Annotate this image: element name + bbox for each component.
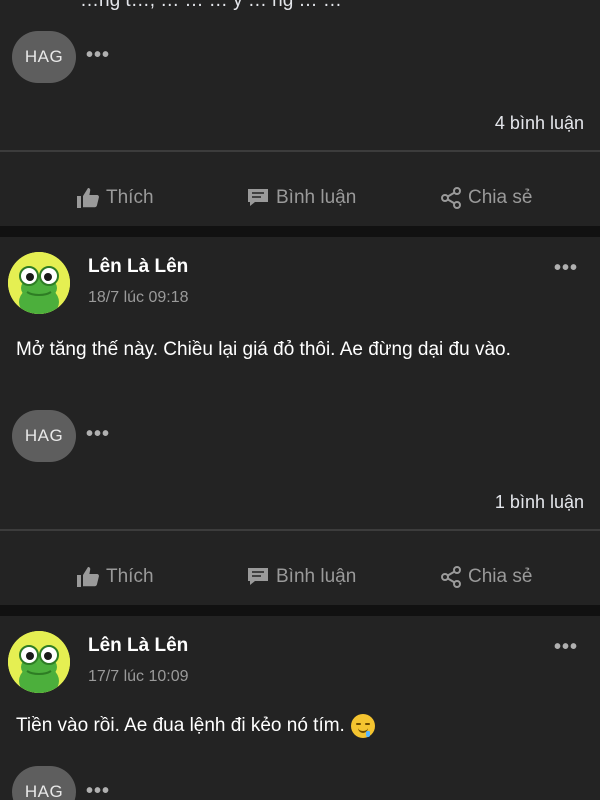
drooling-face-emoji-icon	[350, 714, 375, 738]
news-feed: …ng t…, … … … y … ng … … HAG ••• 4 bình …	[0, 0, 600, 800]
share-label: Chia sẻ	[468, 566, 533, 587]
post-author[interactable]: Lên Là Lên	[88, 635, 188, 657]
comment-label: Bình luận	[276, 566, 357, 587]
post-more-icon[interactable]: •••	[554, 257, 578, 280]
share-icon	[440, 187, 462, 209]
like-button[interactable]: Thích	[76, 187, 154, 209]
stock-tag[interactable]: HAG	[12, 766, 76, 800]
post-author[interactable]: Lên Là Lên	[88, 256, 188, 278]
like-label: Thích	[106, 566, 154, 587]
tag-more-icon[interactable]: •••	[86, 780, 110, 800]
post-text: Mở tăng thế này. Chiều lại giá đỏ thôi. …	[16, 339, 511, 360]
share-button[interactable]: Chia sẻ	[440, 187, 532, 209]
post-text-partial: …ng t…, … … … y … ng … …	[80, 0, 342, 11]
post-card: Lên Là Lên 17/7 lúc 10:09 ••• Tiền vào r…	[0, 616, 600, 800]
action-bar: Thích Bình luận Chia sẻ	[0, 549, 600, 605]
stock-tag[interactable]: HAG	[12, 410, 76, 462]
share-button[interactable]: Chia sẻ	[440, 566, 532, 588]
like-button[interactable]: Thích	[76, 566, 154, 588]
share-label: Chia sẻ	[468, 187, 533, 208]
comment-bubble-icon	[246, 187, 270, 209]
like-label: Thích	[106, 187, 154, 208]
post-card: …ng t…, … … … y … ng … … HAG ••• 4 bình …	[0, 0, 600, 226]
divider	[0, 529, 600, 531]
post-text-row: Tiền vào rồi. Ae đua lệnh đi kẻo nó tím.	[16, 714, 584, 738]
comment-count[interactable]: 4 bình luận	[495, 113, 584, 134]
stock-tag[interactable]: HAG	[12, 31, 76, 83]
frog-avatar-icon	[8, 631, 70, 693]
tag-more-icon[interactable]: •••	[86, 423, 110, 446]
thumbs-up-icon	[76, 566, 100, 588]
comment-label: Bình luận	[276, 187, 357, 208]
post-more-icon[interactable]: •••	[554, 636, 578, 659]
share-icon	[440, 566, 462, 588]
action-bar: Thích Bình luận Chia sẻ	[0, 170, 600, 226]
comment-count[interactable]: 1 bình luận	[495, 492, 584, 513]
feed-gap	[0, 605, 600, 616]
frog-avatar-icon	[8, 252, 70, 314]
post-timestamp[interactable]: 18/7 lúc 09:18	[88, 289, 189, 307]
avatar[interactable]	[8, 631, 70, 693]
comment-bubble-icon	[246, 566, 270, 588]
comment-button[interactable]: Bình luận	[246, 566, 356, 588]
avatar[interactable]	[8, 252, 70, 314]
divider	[0, 150, 600, 152]
thumbs-up-icon	[76, 187, 100, 209]
tag-more-icon[interactable]: •••	[86, 44, 110, 67]
post-card: Lên Là Lên 18/7 lúc 09:18 ••• Mở tăng th…	[0, 237, 600, 605]
feed-gap	[0, 226, 600, 237]
comment-button[interactable]: Bình luận	[246, 187, 356, 209]
post-timestamp[interactable]: 17/7 lúc 10:09	[88, 668, 189, 686]
post-text: Tiền vào rồi. Ae đua lệnh đi kẻo nó tím.	[16, 715, 345, 737]
